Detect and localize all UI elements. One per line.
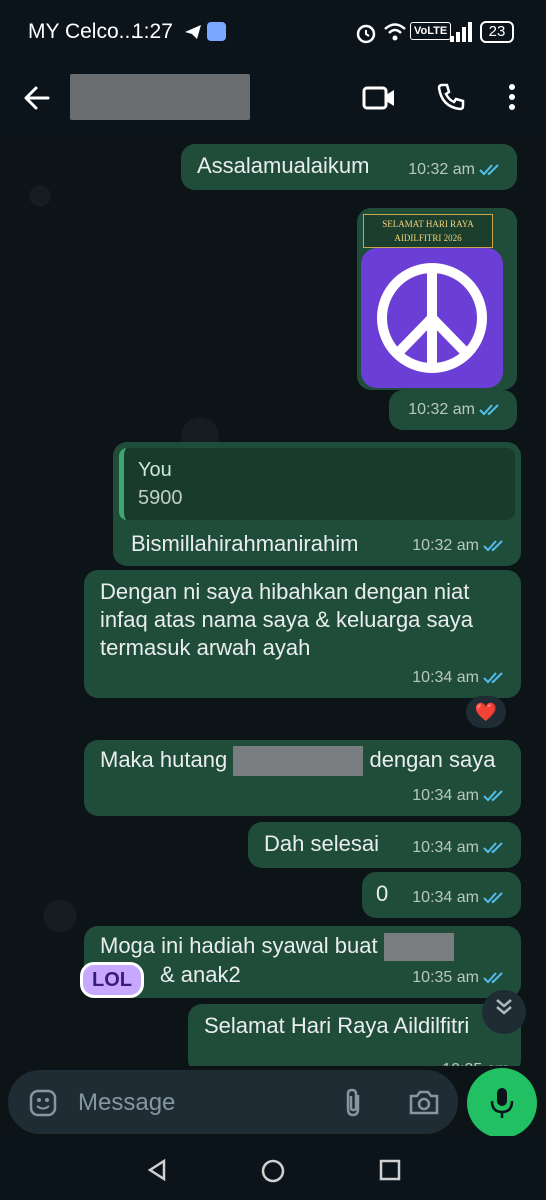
message-text-part: dengan saya — [369, 747, 496, 772]
clock: 1:27 — [132, 20, 173, 43]
read-ticks-icon — [479, 164, 499, 176]
message-text-part: & anak2 — [160, 962, 241, 988]
microphone-icon — [490, 1088, 514, 1118]
image-timestamp-bubble: 10:32 am — [389, 390, 517, 430]
peace-icon — [377, 263, 487, 373]
read-ticks-icon — [483, 540, 503, 552]
back-arrow-icon[interactable] — [20, 82, 52, 114]
battery-indicator: 23 — [480, 21, 514, 43]
hari-raya-card-image: SELAMAT HARI RAYA AIDILFITRI 2026 — [363, 214, 493, 248]
message-text: Dengan ni saya hibahkan dengan niat infa… — [100, 579, 474, 660]
more-options-icon[interactable] — [504, 82, 520, 112]
message-time: 10:35 am — [412, 969, 479, 986]
image-message[interactable]: SELAMAT HARI RAYA AIDILFITRI 2026 — [357, 208, 517, 390]
message-text: 0 — [376, 881, 389, 906]
quote-text: 5900 — [138, 487, 183, 509]
nav-recents-icon[interactable] — [378, 1158, 402, 1182]
message-bubble-reply[interactable]: You 5900 Bismillahirahmanirahim 10:32 am — [113, 442, 521, 566]
message-bubble[interactable]: Assalamualaikum 10:32 am — [181, 144, 517, 190]
message-bubble[interactable]: Moga ini hadiah syawal buat & anak2 10:3… — [84, 926, 521, 998]
read-ticks-icon — [479, 404, 499, 416]
contact-name-redacted[interactable] — [70, 74, 250, 120]
message-time: 10:35 am — [442, 1056, 509, 1066]
message-meta: 10:34 am — [412, 884, 509, 912]
paperclip-icon[interactable] — [342, 1087, 364, 1119]
lol-sticker[interactable]: LOL — [80, 962, 144, 998]
chat-header — [0, 62, 546, 136]
message-text: Selamat Hari Raya Aildilfitri — [204, 1013, 470, 1038]
sticker-icon[interactable] — [28, 1088, 58, 1118]
scroll-to-bottom-button[interactable] — [482, 990, 526, 1034]
message-time: 10:32 am — [412, 537, 479, 554]
message-meta: 10:32 am — [408, 156, 505, 184]
message-time: 10:34 am — [412, 889, 479, 906]
alarm-icon — [356, 24, 376, 44]
app-notification-icon — [207, 22, 226, 41]
message-time: 10:34 am — [412, 787, 479, 804]
voice-record-button[interactable] — [467, 1068, 537, 1138]
message-meta: 10:32 am — [412, 532, 509, 560]
heart-reaction[interactable]: ❤️ — [466, 696, 506, 728]
camera-icon[interactable] — [408, 1088, 440, 1116]
message-meta: 10:34 am — [412, 782, 509, 810]
message-field[interactable]: Message — [8, 1070, 458, 1134]
nav-back-icon[interactable] — [146, 1158, 168, 1182]
message-text: Bismillahirahmanirahim — [131, 531, 359, 556]
read-ticks-icon — [483, 790, 503, 802]
message-meta: 10:35 am — [442, 1056, 509, 1066]
message-bubble[interactable]: 0 10:34 am — [362, 872, 521, 918]
status-bar: MY Celco... 1:27 VoLTE 23 — [0, 0, 546, 62]
message-bubble[interactable]: Maka hutang dengan saya 10:34 am — [84, 740, 521, 816]
message-text: Dah selesai — [264, 831, 379, 856]
wifi-icon — [384, 23, 406, 41]
system-nav-bar — [0, 1136, 546, 1200]
message-text-part: Moga ini hadiah syawal buat — [100, 933, 378, 958]
redacted-name — [233, 746, 364, 777]
redacted-name — [383, 933, 454, 962]
video-call-icon[interactable] — [362, 84, 396, 112]
message-meta: 10:34 am — [412, 834, 509, 862]
nav-home-icon[interactable] — [260, 1158, 286, 1184]
message-time: 10:34 am — [412, 669, 479, 686]
message-meta: 10:34 am — [412, 664, 509, 692]
chat-area[interactable]: Assalamualaikum 10:32 am SELAMAT HARI RA… — [0, 136, 546, 1066]
carrier-label: MY Celco... — [28, 20, 137, 43]
message-meta: 10:35 am — [412, 964, 509, 992]
message-bubble[interactable]: Dah selesai 10:34 am — [248, 822, 521, 868]
voice-call-icon[interactable] — [436, 82, 466, 112]
message-time: 10:32 am — [408, 401, 475, 418]
quoted-message[interactable]: You 5900 — [119, 448, 515, 520]
read-ticks-icon — [483, 842, 503, 854]
peace-sign-image — [361, 248, 503, 388]
signal-icon — [450, 22, 472, 42]
read-ticks-icon — [483, 672, 503, 684]
message-time: 10:32 am — [408, 161, 475, 178]
volte-badge: VoLTE — [410, 22, 452, 40]
message-bubble[interactable]: Selamat Hari Raya Aildilfitri 10:35 am — [188, 1004, 521, 1066]
message-bubble[interactable]: Dengan ni saya hibahkan dengan niat infa… — [84, 570, 521, 698]
telegram-icon — [185, 25, 201, 39]
quote-author: You — [138, 459, 172, 481]
message-text: Assalamualaikum — [197, 153, 370, 178]
message-composer: Message — [0, 1066, 546, 1138]
message-time: 10:34 am — [412, 839, 479, 856]
message-meta: 10:32 am — [408, 396, 505, 424]
message-input[interactable]: Message — [78, 1089, 175, 1117]
read-ticks-icon — [483, 972, 503, 984]
read-ticks-icon — [483, 892, 503, 904]
message-text-part: Maka hutang — [100, 747, 228, 772]
double-chevron-down-icon — [496, 999, 512, 1015]
